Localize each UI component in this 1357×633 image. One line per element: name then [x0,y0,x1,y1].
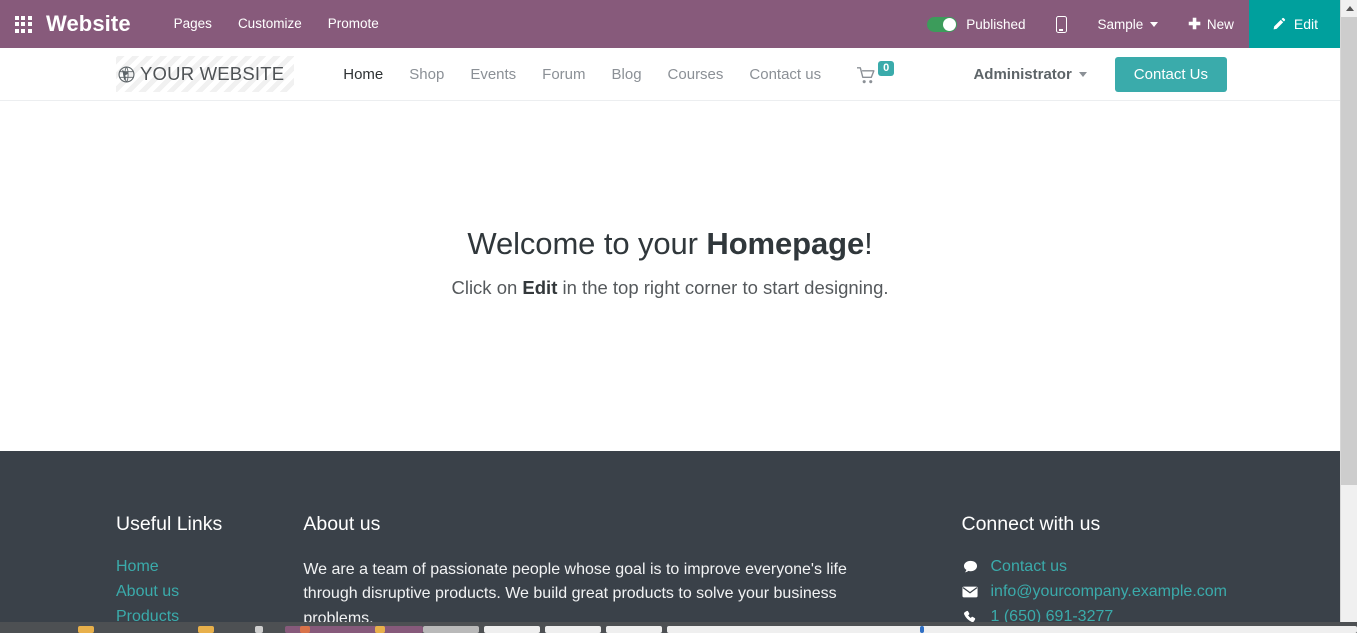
footer-about-text: We are a team of passionate people whose… [303,561,847,627]
site-logo[interactable]: YOUR WEBSITE [116,56,295,92]
apps-grid-icon [14,15,32,33]
scrollbar-thumb[interactable] [1341,17,1357,485]
shopping-cart-icon [857,66,875,83]
publish-label: Published [966,16,1026,32]
website-footer: Useful Links Home About us Products Abou… [0,451,1340,633]
menu-item-promote[interactable]: Promote [315,0,392,48]
taskbar-window-button[interactable] [606,626,662,633]
hero-title-suffix: ! [864,226,873,261]
nav-item-courses[interactable]: Courses [655,66,737,83]
footer-useful-links: Useful Links Home About us Products [116,513,303,633]
vertical-scrollbar[interactable] [1340,0,1357,633]
footer-email-link[interactable]: info@yourcompany.example.com [991,583,1228,601]
hero-subtitle-prefix: Click on [451,277,523,298]
taskbar-icon[interactable] [78,626,94,633]
sample-dropdown[interactable]: Sample [1083,0,1174,48]
odoo-systray-bar: Website Pages Customize Promote Publishe… [0,0,1340,48]
edit-button[interactable]: Edit [1248,0,1340,48]
website-header-right: Administrator Contact Us [973,56,1340,92]
taskbar-icon[interactable] [198,626,214,633]
footer-connect: Connect with us Contact us info@yourcomp… [856,513,1228,633]
nav-item-blog[interactable]: Blog [599,66,655,83]
nav-item-home[interactable]: Home [330,66,396,83]
website-nav: Home Shop Events Forum Blog Courses Cont… [330,60,895,84]
browser-screen: Website Pages Customize Promote Publishe… [0,0,1357,633]
site-logo-text: YOUR WEBSITE [140,63,285,84]
footer-useful-links-title: Useful Links [116,513,223,535]
cart-count-badge: 0 [878,60,895,77]
taskbar-window-button[interactable] [484,626,540,633]
edit-label: Edit [1293,16,1318,32]
mobile-phone-icon [1055,15,1067,33]
os-taskbar[interactable] [0,622,1357,633]
footer-email-row[interactable]: info@yourcompany.example.com [962,583,1228,601]
nav-item-forum[interactable]: Forum [529,66,598,83]
page-title: Welcome to your Homepage! [467,226,872,262]
cart-button[interactable]: 0 [857,60,895,84]
mobile-preview-button[interactable] [1040,0,1083,48]
footer-about-us: About us We are a team of passionate peo… [303,513,855,633]
footer-about-title: About us [303,513,381,535]
pencil-icon [1273,17,1285,29]
taskbar-icon[interactable] [920,626,924,633]
user-menu[interactable]: Administrator [973,65,1087,83]
nav-item-shop[interactable]: Shop [396,66,457,83]
new-label: New [1206,16,1234,32]
nav-item-contact-us[interactable]: Contact us [736,66,834,83]
envelope-icon [962,586,979,598]
hero-title-strong: Homepage [706,226,865,261]
comment-icon [962,560,979,574]
menu-item-customize[interactable]: Customize [225,0,315,48]
sample-label: Sample [1097,16,1144,32]
publish-toggle[interactable]: Published [913,0,1039,48]
chevron-up-icon [1345,6,1354,11]
new-button[interactable]: ✚ New [1173,0,1249,48]
contact-us-button[interactable]: Contact Us [1114,56,1227,92]
footer-link-about-us[interactable]: About us [116,583,303,601]
footer-contact-us-link[interactable]: Contact us [991,558,1067,576]
hero-subtitle: Click on Edit in the top right corner to… [451,277,888,299]
taskbar-tray-area[interactable] [667,626,1357,633]
user-menu-label: Administrator [973,65,1072,83]
plus-icon: ✚ [1188,15,1201,33]
hero-section: Welcome to your Homepage! Click on Edit … [0,101,1340,451]
publish-switch-icon[interactable] [927,16,958,32]
chevron-down-icon [1150,21,1159,27]
hero-title-prefix: Welcome to your [467,226,707,261]
systray-right-group: Published Sample ✚ New Edit [913,0,1340,48]
taskbar-window-button[interactable] [423,626,479,633]
footer-connect-title: Connect with us [961,513,1101,535]
nav-item-events[interactable]: Events [457,66,529,83]
taskbar-icon[interactable] [375,626,385,633]
chevron-down-icon [1078,71,1087,77]
footer-link-home[interactable]: Home [116,558,303,576]
website-header: YOUR WEBSITE Home Shop Events Forum Blog… [0,48,1340,101]
hero-subtitle-strong: Edit [522,277,558,298]
taskbar-window-button[interactable] [545,626,601,633]
app-brand-title: Website [46,11,131,36]
systray-menu: Pages Customize Promote [161,0,392,48]
globe-icon [118,65,135,83]
footer-contact-row[interactable]: Contact us [962,558,1228,576]
hero-subtitle-suffix: in the top right corner to start designi… [557,277,889,298]
taskbar-icon[interactable] [255,626,263,633]
apps-menu-button[interactable] [0,0,46,48]
menu-item-pages[interactable]: Pages [161,0,225,48]
website-preview-frame: YOUR WEBSITE Home Shop Events Forum Blog… [0,48,1340,633]
taskbar-icon[interactable] [300,626,310,633]
scroll-up-button[interactable] [1341,0,1357,17]
